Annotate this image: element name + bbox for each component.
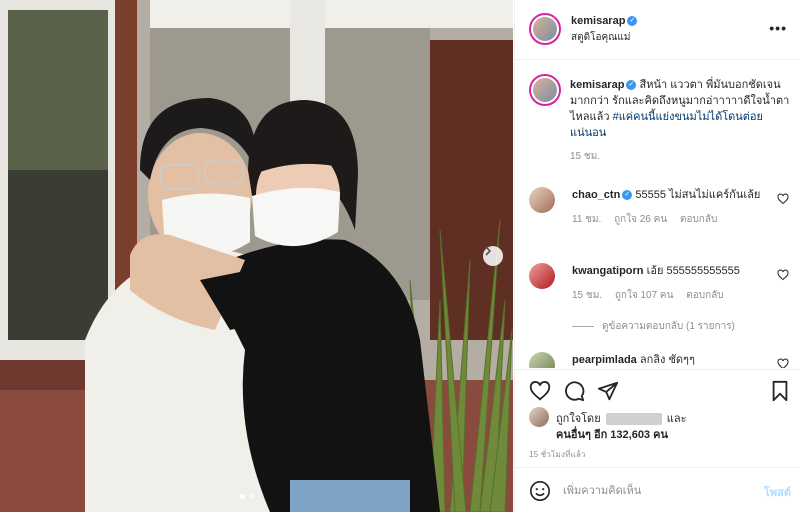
post-header: kemisarap ✓ สตูดิโอคุณแม่ ••• — [515, 0, 800, 60]
view-replies-label: ดูข้อความตอบกลับ (1 รายการ) — [602, 321, 735, 332]
save-bookmark-icon[interactable] — [769, 380, 791, 402]
carousel-indicator — [240, 494, 254, 499]
carousel-dot — [249, 494, 254, 499]
reply-button[interactable]: ตอบกลับ — [680, 214, 717, 225]
comment-body: kwangatiporn เอ้ย 555555555555 15 ชม. ถู… — [572, 263, 777, 304]
photo-illustration — [0, 0, 513, 512]
emoji-icon[interactable] — [529, 480, 551, 502]
verified-badge-icon: ✓ — [622, 190, 633, 201]
reply-button[interactable]: ตอบกลับ — [686, 290, 723, 301]
commenter-username[interactable]: pearpimlada — [572, 354, 637, 366]
comment-time: 11 ชม. — [572, 214, 602, 225]
caption-username[interactable]: kemisarap — [570, 79, 624, 91]
divider-line — [572, 326, 594, 327]
add-comment-input[interactable] — [563, 482, 743, 500]
more-options-button[interactable]: ••• — [769, 20, 787, 36]
post-comment-button[interactable]: โพสต์ — [764, 483, 791, 501]
carousel-dot — [240, 494, 245, 499]
comment-time: 15 ชม. — [572, 290, 603, 301]
comment-body: chao_ctn ✓ 55555 ไม่สนไม่แคร์กันเล้ย 11 ช… — [572, 187, 777, 228]
verified-badge-icon: ✓ — [626, 80, 637, 91]
share-paper-plane-icon[interactable] — [597, 380, 619, 402]
commenter-avatar[interactable] — [529, 263, 555, 289]
comment-likes-count[interactable]: ถูกใจ 107 คน — [615, 290, 674, 301]
commenter-username[interactable]: chao_ctn — [572, 189, 620, 201]
post-photo[interactable] — [0, 0, 513, 512]
comments-section: kemisarap ✓ สีหน้า แววตา พี่มันบอกชัดเจนม… — [515, 61, 800, 368]
post-timestamp[interactable]: 15 ชั่วโมงที่แล้ว — [529, 448, 586, 461]
author-username[interactable]: kemisarap — [571, 15, 625, 27]
comment-likes-count[interactable]: ถูกใจ 26 คน — [614, 214, 667, 225]
comment-body: pearpimlada ลกลิง ชัดๆๆ — [572, 352, 777, 368]
liked-by-suffix: และ — [666, 413, 687, 425]
blurred-username[interactable] — [605, 413, 662, 426]
heart-icon[interactable] — [777, 358, 789, 368]
author-avatar[interactable] — [529, 13, 561, 45]
comment-text: เอ้ย 555555555555 — [646, 265, 740, 277]
comment-bubble-icon[interactable] — [563, 380, 585, 402]
author-subtitle[interactable]: สตูดิโอคุณแม่ — [571, 30, 637, 45]
post-side-panel: kemisarap ✓ สตูดิโอคุณแม่ ••• kemisarap ✓ … — [514, 0, 800, 512]
commenter-username[interactable]: kwangatiporn — [572, 265, 644, 277]
comment-text: ลกลิง ชัดๆๆ — [639, 354, 695, 366]
view-replies-button[interactable]: ดูข้อความตอบกลับ (1 รายการ) — [572, 319, 735, 334]
liked-by-prefix: ถูกใจโดย — [556, 413, 601, 425]
liker-avatar[interactable] — [529, 407, 549, 427]
post-actions-bar — [515, 369, 800, 405]
commenter-avatar[interactable] — [529, 352, 555, 368]
instagram-post-view: kemisarap ✓ สตูดิโอคุณแม่ ••• kemisarap ✓ … — [0, 0, 800, 512]
heart-icon[interactable] — [777, 269, 789, 281]
add-comment-bar: โพสต์ — [515, 467, 800, 512]
like-heart-icon[interactable] — [529, 380, 551, 402]
commenter-avatar[interactable] — [529, 187, 555, 213]
verified-badge-icon: ✓ — [627, 16, 638, 27]
chevron-right-icon — [485, 246, 492, 256]
author-info: kemisarap ✓ สตูดิโอคุณแม่ — [571, 15, 638, 45]
heart-icon[interactable] — [777, 193, 789, 205]
comment-text: 55555 ไม่สนไม่แคร์กันเล้ย — [635, 189, 761, 201]
caption: kemisarap ✓ สีหน้า แววตา พี่มันบอกชัดเจนม… — [570, 77, 792, 165]
caption-time: 15 ชม. — [570, 151, 601, 162]
caption-author-avatar[interactable] — [529, 74, 561, 106]
next-photo-button[interactable] — [483, 246, 503, 266]
likes-count[interactable]: คนอื่นๆ อีก 132,603 คน — [556, 425, 668, 443]
